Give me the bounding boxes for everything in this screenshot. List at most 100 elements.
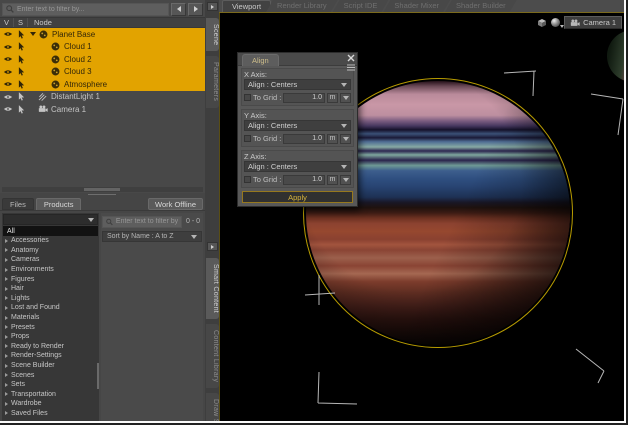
work-offline-button[interactable]: Work Offline	[148, 198, 203, 210]
scene-filter-field[interactable]	[2, 2, 169, 16]
dock-tab-parameters[interactable]: Parameters	[206, 56, 219, 108]
camera-selector-button[interactable]: Camera 1	[564, 16, 622, 29]
category-item[interactable]: Props	[2, 332, 99, 342]
category-item[interactable]: Wardrobe	[2, 399, 99, 409]
scene-node-cloud3[interactable]: Cloud 3	[0, 65, 205, 78]
pane-menu-button[interactable]	[206, 2, 218, 11]
y-to-grid-checkbox[interactable]	[244, 135, 251, 142]
sort-dropdown[interactable]: Sort by Name : A to Z	[102, 231, 202, 242]
category-item[interactable]: Hair	[2, 284, 99, 294]
scene-node-planet-base[interactable]: Planet Base	[0, 28, 205, 41]
cursor-icon[interactable]	[15, 79, 28, 89]
filter-prev-button[interactable]	[171, 2, 186, 16]
category-item[interactable]: Transportation	[2, 390, 99, 400]
x-align-mode-dropdown[interactable]: Align : Centers	[244, 79, 351, 90]
y-unit-dropdown[interactable]	[340, 133, 351, 144]
cursor-icon[interactable]	[15, 92, 28, 101]
apply-button[interactable]: Apply	[242, 191, 353, 203]
content-filter-input[interactable]	[115, 218, 178, 225]
right-arrow-icon	[193, 6, 198, 12]
eye-icon[interactable]	[0, 106, 15, 112]
scene-node-cloud2[interactable]: Cloud 2	[0, 53, 205, 66]
cursor-icon[interactable]	[15, 67, 28, 76]
scene-horizontal-scrollbar[interactable]	[2, 187, 203, 192]
category-item[interactable]: Accessories	[2, 236, 99, 246]
y-grid-value-field[interactable]: 1.0	[283, 133, 325, 144]
z-to-grid-checkbox[interactable]	[244, 176, 251, 183]
drawstyle-sphere-icon[interactable]	[551, 18, 565, 28]
x-to-grid-checkbox[interactable]	[244, 94, 251, 101]
z-align-mode-value: Align : Centers	[248, 162, 298, 171]
category-item[interactable]: Cameras	[2, 255, 99, 265]
visibility-column-header: V	[0, 18, 14, 27]
align-dialog-titlebar[interactable]: Align	[238, 53, 357, 71]
tab-render-library[interactable]: Render Library	[266, 0, 338, 12]
category-item[interactable]: Sets	[2, 380, 99, 390]
scene-node-camera[interactable]: Camera 1	[0, 103, 205, 116]
scene-node-cloud1[interactable]: Cloud 1	[0, 40, 205, 53]
scene-node-atmosphere[interactable]: Atmosphere	[0, 78, 205, 91]
x-to-grid-label: To Grid :	[253, 93, 282, 102]
pane-menu-button[interactable]	[206, 242, 218, 251]
dock-tab-content-library[interactable]: Content Library	[206, 324, 219, 389]
category-item[interactable]: Lights	[2, 294, 99, 304]
z-unit-dropdown[interactable]	[340, 174, 351, 185]
drawstyle-cube-icon[interactable]	[537, 18, 547, 28]
y-unit-button[interactable]: m	[327, 133, 338, 144]
category-item[interactable]: Presets	[2, 322, 99, 332]
scrollbar-thumb[interactable]	[84, 188, 120, 191]
expand-right-icon	[5, 248, 8, 253]
tab-viewport[interactable]: Viewport	[222, 0, 272, 12]
eye-icon[interactable]	[0, 44, 15, 50]
category-item[interactable]: Anatomy	[2, 246, 99, 256]
eye-icon[interactable]	[0, 94, 15, 100]
prop-icon	[38, 30, 49, 39]
cursor-icon[interactable]	[15, 29, 28, 39]
cursor-icon[interactable]	[15, 42, 28, 51]
tab-script-ide[interactable]: Script IDE	[333, 0, 389, 12]
x-unit-dropdown[interactable]	[340, 92, 351, 103]
search-icon	[6, 5, 14, 13]
tab-shader-builder[interactable]: Shader Builder	[445, 0, 517, 12]
dock-tab-draw-settings[interactable]: Draw Settings	[206, 393, 219, 421]
category-item[interactable]: Figures	[2, 274, 99, 284]
dock-tab-scene[interactable]: Scene	[206, 18, 219, 52]
eye-icon[interactable]	[0, 31, 15, 37]
x-grid-value-field[interactable]: 1.0	[283, 92, 325, 103]
category-scrollbar[interactable]	[97, 363, 99, 389]
y-align-mode-dropdown[interactable]: Align : Centers	[244, 120, 351, 131]
scene-node-distantlight[interactable]: DistantLight 1	[0, 91, 205, 104]
content-filter-field[interactable]	[102, 215, 182, 228]
category-item[interactable]: Lost and Found	[2, 303, 99, 313]
z-grid-value-field[interactable]: 1.0	[283, 174, 325, 185]
category-item[interactable]: Scenes	[2, 370, 99, 380]
close-icon[interactable]	[347, 54, 355, 62]
pane-menu-icon[interactable]	[347, 64, 355, 71]
cursor-icon[interactable]	[15, 104, 28, 114]
smart-content-panel: Files Products Work Offline All Accessor…	[0, 196, 205, 421]
category-filter-dropdown[interactable]	[3, 214, 98, 225]
expand-arrow-icon[interactable]	[28, 32, 38, 37]
category-item[interactable]: Scene Builder	[2, 361, 99, 371]
x-unit-button[interactable]: m	[327, 92, 338, 103]
category-item[interactable]: Saved Files	[2, 409, 99, 419]
z-unit-button[interactable]: m	[327, 174, 338, 185]
eye-icon[interactable]	[0, 81, 15, 87]
tab-shader-mixer[interactable]: Shader Mixer	[383, 0, 450, 12]
x-axis-group: X Axis: Align : Centers To Grid : 1.0 m	[241, 68, 354, 106]
prop-icon	[50, 67, 61, 76]
category-item[interactable]: Materials	[2, 313, 99, 323]
z-align-mode-dropdown[interactable]: Align : Centers	[244, 161, 351, 172]
dock-tab-smart-content[interactable]: Smart Content	[206, 258, 219, 320]
category-item[interactable]: Ready to Render	[2, 342, 99, 352]
cursor-icon[interactable]	[15, 54, 28, 64]
filter-next-button[interactable]	[188, 2, 203, 16]
eye-icon[interactable]	[0, 56, 15, 62]
category-item[interactable]: Render-Settings	[2, 351, 99, 361]
tab-files[interactable]: Files	[2, 198, 34, 210]
tab-products[interactable]: Products	[35, 198, 82, 210]
category-item-all[interactable]: All	[3, 226, 98, 236]
category-item[interactable]: Environments	[2, 265, 99, 275]
scene-filter-input[interactable]	[17, 5, 165, 13]
eye-icon[interactable]	[0, 69, 15, 75]
